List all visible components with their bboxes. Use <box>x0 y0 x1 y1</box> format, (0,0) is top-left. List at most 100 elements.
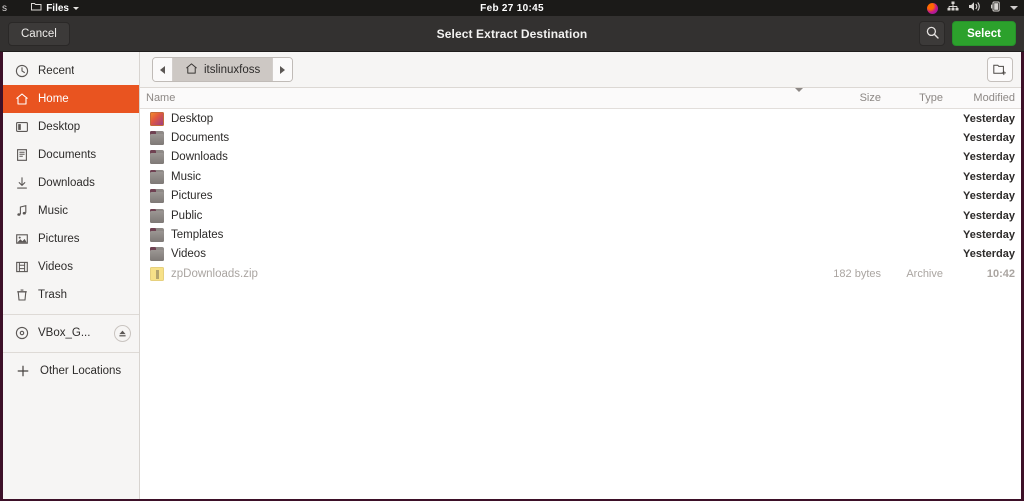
sidebar-item-desktop[interactable]: Desktop <box>3 113 139 141</box>
file-modified-cell: Yesterday <box>963 170 1015 183</box>
breadcrumb-item-itslinuxfoss[interactable]: itslinuxfoss <box>173 58 273 81</box>
sidebar-divider <box>3 314 139 315</box>
sidebar-item-pictures[interactable]: Pictures <box>3 225 139 253</box>
activities-button[interactable]: s <box>2 3 7 14</box>
sidebar-item-vbox-guest-additions[interactable]: VBox_G... <box>3 319 139 347</box>
clock-icon <box>14 64 29 79</box>
file-name-label: Public <box>171 209 203 222</box>
table-row[interactable]: zpDownloads.zip 182 bytes Archive 10:42 <box>140 264 1021 283</box>
file-name-cell: Public <box>140 208 811 223</box>
image-icon <box>14 232 29 247</box>
gnome-top-panel: s Files Feb 27 10:45 <box>0 0 1024 16</box>
file-modified-cell: 10:42 <box>986 267 1015 280</box>
document-icon <box>14 148 29 163</box>
sidebar-item-other-locations[interactable]: Other Locations <box>3 357 139 385</box>
table-row[interactable]: Public Yesterday <box>140 206 1021 225</box>
folder-icon <box>150 169 164 184</box>
sidebar-item-label: Recent <box>38 65 75 77</box>
file-name-cell: Videos <box>140 247 811 262</box>
folder-icon <box>150 228 164 243</box>
dialog-headerbar: Cancel Select Extract Destination Select <box>0 16 1024 52</box>
file-modified-cell: Yesterday <box>963 112 1015 125</box>
battery-icon <box>990 1 1001 15</box>
file-name-cell: Templates <box>140 228 811 243</box>
headerbar-actions: Select <box>919 21 1016 46</box>
table-row[interactable]: Templates Yesterday <box>140 225 1021 244</box>
file-modified-cell: Yesterday <box>963 190 1015 203</box>
sidebar-item-label: Videos <box>38 261 73 273</box>
column-headers: Name Size Type Modified <box>140 88 1021 109</box>
folder-icon <box>150 150 164 165</box>
plus-icon <box>15 364 30 379</box>
file-name-label: Documents <box>171 132 230 145</box>
top-panel-center: Feb 27 10:45 <box>0 0 1024 16</box>
search-icon <box>926 26 939 42</box>
table-row[interactable]: Documents Yesterday <box>140 128 1021 147</box>
folder-icon <box>150 208 164 223</box>
path-forward-button[interactable] <box>272 58 293 81</box>
column-header-type[interactable]: Type <box>881 92 943 104</box>
file-chooser-dialog: s Files Feb 27 10:45 Cancel Select Extra… <box>0 0 1024 501</box>
table-row[interactable]: Videos Yesterday <box>140 245 1021 264</box>
eject-button[interactable] <box>114 324 131 342</box>
file-name-label: Templates <box>171 229 224 242</box>
sidebar-item-downloads[interactable]: Downloads <box>3 169 139 197</box>
disc-icon <box>14 326 29 341</box>
sidebar-item-music[interactable]: Music <box>3 197 139 225</box>
file-modified-cell: Yesterday <box>963 151 1015 164</box>
file-browser: itslinuxfoss Name Size Type Modified Des… <box>140 52 1021 499</box>
sidebar-item-videos[interactable]: Videos <box>3 253 139 281</box>
folder-icon <box>150 189 164 204</box>
sidebar-item-home[interactable]: Home <box>3 85 139 113</box>
column-header-name-label: Name <box>146 92 176 104</box>
file-type-cell: Archive <box>906 267 943 280</box>
file-name-cell: Downloads <box>140 150 811 165</box>
table-row[interactable]: Downloads Yesterday <box>140 148 1021 167</box>
network-icon <box>947 1 959 15</box>
triangle-left-icon <box>160 65 165 74</box>
sidebar-item-label: Home <box>38 93 69 105</box>
dialog-body: Recent Home Desktop Documents Downloads … <box>0 52 1024 501</box>
triangle-down-icon <box>795 88 803 104</box>
file-name-label: zpDownloads.zip <box>171 267 258 280</box>
zip-icon <box>150 266 164 281</box>
pathbar-row: itslinuxfoss <box>140 52 1021 88</box>
file-modified-cell: Yesterday <box>963 248 1015 261</box>
sidebar-item-label: Pictures <box>38 233 80 245</box>
column-header-size[interactable]: Size <box>811 92 881 104</box>
select-button[interactable]: Select <box>952 21 1016 46</box>
table-row[interactable]: Music Yesterday <box>140 167 1021 186</box>
places-sidebar: Recent Home Desktop Documents Downloads … <box>3 52 140 499</box>
sidebar-divider <box>3 352 139 353</box>
breadcrumb-label: itslinuxfoss <box>204 63 261 76</box>
search-button[interactable] <box>919 21 946 46</box>
sidebar-item-recent[interactable]: Recent <box>3 57 139 85</box>
clock[interactable]: Feb 27 10:45 <box>480 3 544 14</box>
app-menu[interactable]: Files <box>31 2 79 14</box>
top-panel-left: s Files <box>0 2 79 14</box>
sidebar-item-label: Other Locations <box>40 365 122 377</box>
desktop-thumbnail-icon <box>150 111 164 126</box>
table-row[interactable]: Desktop Yesterday <box>140 109 1021 128</box>
trash-icon <box>14 288 29 303</box>
column-header-name[interactable]: Name <box>140 88 811 104</box>
path-back-button[interactable] <box>153 58 173 81</box>
download-icon <box>14 176 29 191</box>
sidebar-item-label: Downloads <box>38 177 95 189</box>
sidebar-item-trash[interactable]: Trash <box>3 281 139 309</box>
file-name-label: Desktop <box>171 112 214 125</box>
desktop-icon <box>14 120 29 135</box>
new-folder-button[interactable] <box>987 57 1013 82</box>
file-name-label: Pictures <box>171 190 213 203</box>
file-name-label: Music <box>171 170 202 183</box>
cancel-button[interactable]: Cancel <box>8 21 70 46</box>
folder-icon <box>150 131 164 146</box>
file-size-cell: 182 bytes <box>833 267 881 280</box>
top-panel-indicators[interactable] <box>927 1 1024 15</box>
file-modified-cell: Yesterday <box>963 209 1015 222</box>
file-name-cell: Pictures <box>140 189 811 204</box>
column-header-modified[interactable]: Modified <box>943 92 1021 104</box>
ubuntu-dot-icon <box>927 2 938 14</box>
table-row[interactable]: Pictures Yesterday <box>140 187 1021 206</box>
sidebar-item-documents[interactable]: Documents <box>3 141 139 169</box>
